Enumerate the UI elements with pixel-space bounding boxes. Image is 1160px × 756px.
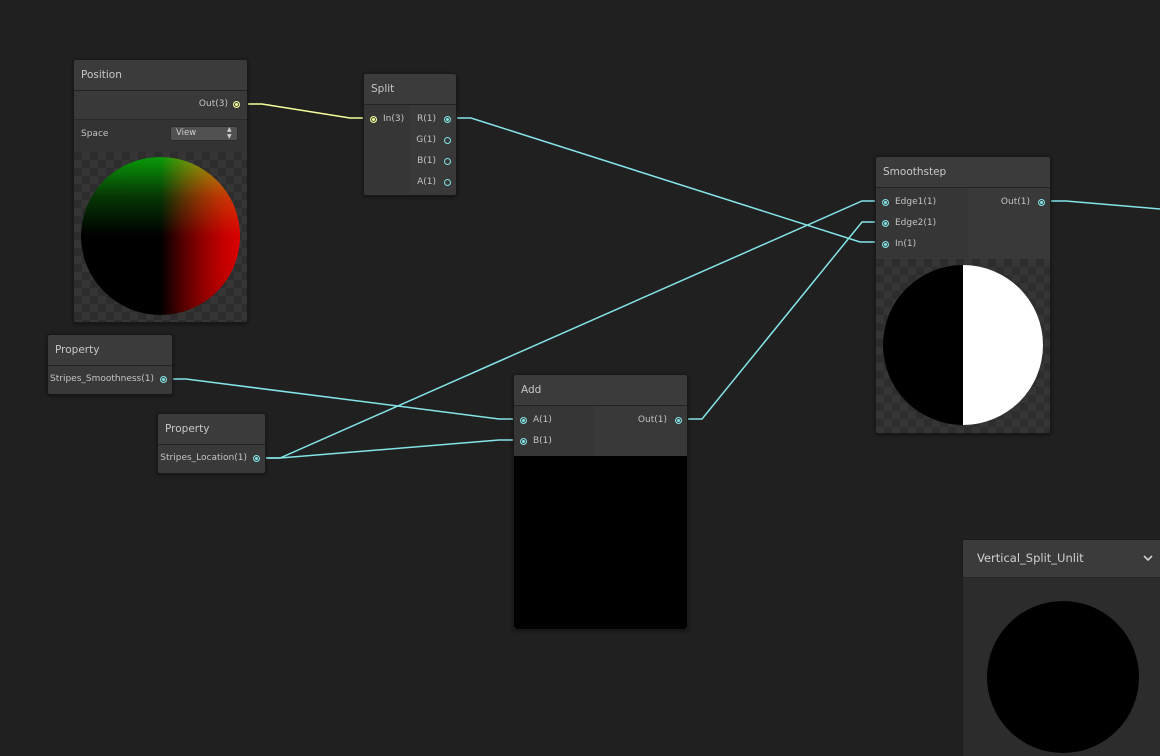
output-port-row[interactable]: Out(1)	[638, 410, 682, 430]
space-dropdown[interactable]: View ▲ ▼	[170, 126, 238, 141]
space-dropdown-value: View	[176, 128, 197, 138]
port-label: R(1)	[416, 114, 436, 124]
master-preview-panel[interactable]: Vertical_Split_Unlit	[962, 539, 1160, 756]
smoothstep-preview-sphere	[883, 265, 1043, 425]
edge-smoothstep-out-to-master[interactable]	[1045, 200, 1160, 210]
port-label: In(3)	[383, 114, 405, 124]
port-label: Edge1(1)	[895, 197, 937, 207]
red-gradient	[160, 157, 240, 315]
port-label: Out(1)	[1000, 197, 1030, 207]
output-port-icon[interactable]	[444, 115, 451, 123]
output-port-icon[interactable]	[444, 157, 451, 165]
space-label: Space	[81, 129, 109, 139]
port-label: A(1)	[417, 177, 436, 187]
output-port-row[interactable]: A(1)	[417, 172, 451, 192]
port-label: Out(3)	[198, 99, 228, 109]
smoothstep-node[interactable]: Smoothstep Edge1(1) Edge2(1) In(1) Out(1…	[875, 156, 1051, 434]
output-port-row[interactable]: Stripes_Location(1)	[160, 448, 260, 468]
port-label: Stripes_Smoothness(1)	[50, 374, 154, 384]
property-smoothness-node[interactable]: Property Stripes_Smoothness(1)	[47, 334, 173, 395]
position-preview-sphere	[81, 157, 240, 315]
edge-add-to-smoothstep-edge2[interactable]	[681, 221, 882, 420]
output-port-icon[interactable]	[444, 178, 451, 186]
port-label: Edge2(1)	[895, 218, 937, 228]
input-port-icon[interactable]	[882, 198, 889, 206]
output-port-row[interactable]: Out(3)	[74, 94, 240, 114]
node-preview	[876, 259, 1050, 433]
port-label: Stripes_Location(1)	[160, 453, 247, 463]
node-title: Split	[364, 74, 456, 105]
input-port-row[interactable]: A(1)	[520, 410, 552, 430]
port-label: Out(1)	[637, 415, 667, 425]
input-port-row[interactable]: B(1)	[520, 431, 552, 451]
edge-position-to-split[interactable]	[240, 103, 370, 119]
node-title: Property	[158, 414, 265, 445]
split-node[interactable]: Split In(3) R(1) G(1) B(1) A(1)	[363, 73, 457, 196]
edge-location-to-add-b[interactable]	[260, 439, 519, 459]
input-port-row[interactable]: In(3)	[370, 109, 404, 129]
property-location-node[interactable]: Property Stripes_Location(1)	[157, 413, 266, 474]
port-label: A(1)	[533, 415, 552, 425]
output-port-icon[interactable]	[444, 136, 451, 144]
master-preview-sphere	[987, 601, 1139, 753]
node-preview	[74, 152, 247, 322]
port-label: B(1)	[533, 436, 552, 446]
input-port-row[interactable]: Edge1(1)	[882, 192, 936, 212]
port-label: In(1)	[895, 239, 917, 249]
output-port-row[interactable]: R(1)	[417, 109, 451, 129]
input-port-icon[interactable]	[882, 219, 889, 227]
output-port-icon[interactable]	[675, 416, 682, 424]
output-port-icon[interactable]	[253, 454, 260, 462]
chevron-down-icon[interactable]	[1141, 540, 1155, 577]
node-title: Smoothstep	[876, 157, 1050, 188]
dropdown-arrows-icon: ▲ ▼	[227, 126, 232, 140]
node-title: Property	[48, 335, 172, 366]
port-label: B(1)	[417, 156, 436, 166]
input-port-icon[interactable]	[520, 416, 527, 424]
add-node[interactable]: Add A(1) B(1) Out(1)	[513, 374, 688, 630]
port-label: G(1)	[416, 135, 436, 145]
output-port-icon[interactable]	[160, 375, 167, 383]
input-port-icon[interactable]	[882, 240, 889, 248]
master-preview-title: Vertical_Split_Unlit	[977, 551, 1084, 565]
node-title: Add	[514, 375, 687, 406]
add-preview	[514, 456, 687, 629]
node-settings-panel: Space View ▲ ▼	[74, 119, 247, 153]
shader-graph-canvas[interactable]: Position Out(3) Space View ▲ ▼ Split In(3…	[0, 0, 1160, 756]
input-port-row[interactable]: In(1)	[882, 234, 916, 254]
output-port-row[interactable]: Out(1)	[1001, 192, 1045, 212]
input-panel: Edge1(1) Edge2(1) In(1)	[876, 188, 968, 258]
position-node[interactable]: Position Out(3) Space View ▲ ▼	[73, 59, 248, 323]
output-port-row[interactable]: G(1)	[416, 130, 451, 150]
output-port-icon[interactable]	[1038, 198, 1045, 206]
output-port-icon[interactable]	[233, 100, 240, 108]
master-preview-header[interactable]: Vertical_Split_Unlit	[963, 540, 1160, 578]
input-port-icon[interactable]	[520, 437, 527, 445]
output-port-row[interactable]: B(1)	[417, 151, 451, 171]
input-port-row[interactable]: Edge2(1)	[882, 213, 936, 233]
output-port-row[interactable]: Stripes_Smoothness(1)	[50, 369, 167, 389]
input-port-icon[interactable]	[370, 115, 377, 123]
node-title: Position	[74, 60, 247, 91]
edge-split-r-to-smoothstep-in[interactable]	[450, 117, 882, 243]
